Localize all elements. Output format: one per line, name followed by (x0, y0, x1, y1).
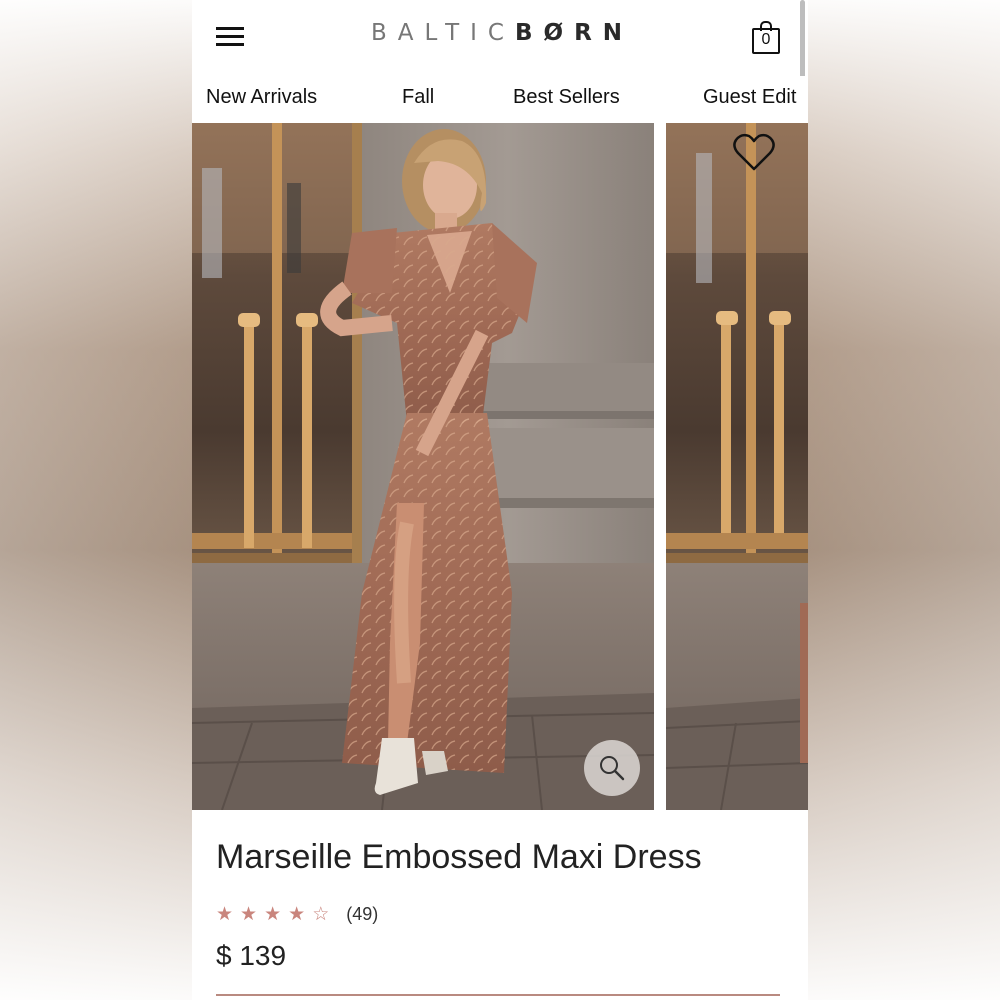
background-blur-right (808, 0, 1000, 1000)
magnifier-icon (600, 756, 625, 781)
cart-count: 0 (761, 31, 771, 48)
product-photo-next (666, 123, 808, 810)
product-rating[interactable]: ★ ★ ★ ★ ☆ (49) (216, 903, 378, 929)
divider (216, 994, 780, 996)
shopping-bag-icon[interactable]: 0 (752, 20, 782, 54)
star-filled-icon: ★ (216, 903, 234, 925)
product-image-next[interactable] (666, 123, 808, 810)
star-empty-icon: ☆ (312, 903, 330, 925)
logo-text-bold: BØRN (515, 20, 634, 46)
phone-screen: BALTICBØRN 0 New Arrivals Fall Best Sell… (192, 0, 808, 1000)
nav-item-guest-edit[interactable]: Guest Edit (703, 86, 796, 109)
background-blur-left (0, 0, 192, 1000)
category-nav: New Arrivals Fall Best Sellers Guest Edi… (192, 76, 808, 122)
brand-logo[interactable]: BALTICBØRN (332, 20, 672, 46)
nav-item-fall[interactable]: Fall (402, 86, 434, 109)
product-photo (192, 123, 654, 810)
review-count[interactable]: (49) (346, 903, 378, 925)
heart-outline-icon[interactable] (732, 132, 776, 172)
hamburger-menu-icon[interactable] (216, 24, 246, 48)
nav-item-new-arrivals[interactable]: New Arrivals (206, 86, 317, 109)
star-filled-icon: ★ (288, 903, 306, 925)
logo-text-light: BALTIC (370, 20, 515, 46)
product-image-main[interactable] (192, 123, 654, 810)
zoom-button[interactable] (584, 740, 640, 796)
product-price: $ 139 (216, 940, 287, 971)
product-title: Marseille Embossed Maxi Dress (216, 838, 702, 876)
site-header: BALTICBØRN 0 (192, 0, 808, 77)
star-filled-icon: ★ (240, 903, 258, 925)
star-filled-icon: ★ (264, 903, 282, 925)
nav-item-best-sellers[interactable]: Best Sellers (513, 86, 620, 109)
